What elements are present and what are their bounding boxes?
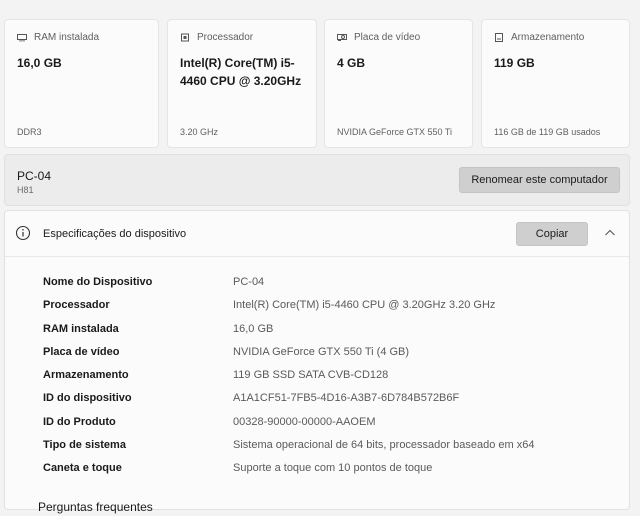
card-title: RAM instalada [34, 32, 100, 43]
spec-label: Processador [43, 299, 110, 312]
card-processor: Processador Intel(R) Core(TM) i5-4460 CP… [167, 19, 317, 148]
card-title: Placa de vídeo [354, 32, 421, 43]
device-specs-panel: Especificações do dispositivo Copiar Nom… [4, 210, 630, 510]
spec-row-processor: Processador Intel(R) Core(TM) i5-4460 CPU… [43, 296, 629, 319]
card-subtitle: NVIDIA GeForce GTX 550 Ti [337, 127, 453, 137]
spec-row-device-name: Nome do Dispositivo PC-04 [43, 273, 629, 296]
card-title: Armazenamento [511, 32, 585, 43]
card-gpu: Placa de vídeo 4 GB NVIDIA GeForce GTX 5… [324, 19, 473, 148]
chevron-up-icon[interactable] [604, 228, 616, 238]
spec-label: Nome do Dispositivo [43, 276, 153, 288]
spec-label: Placa de vídeo [43, 345, 120, 358]
specs-list: Nome do Dispositivo PC-04 Processador Inte… [43, 273, 629, 483]
gpu-icon [337, 34, 347, 41]
spec-label: Caneta e toque [43, 462, 122, 475]
spec-value: Suporte a toque com 10 pontos de toque [233, 462, 433, 475]
card-value: Intel(R) Core(TM) i5-4460 CPU @ 3.20GHz [180, 56, 302, 88]
spec-row-ram: RAM instalada 16,0 GB [43, 320, 629, 343]
spec-value: Intel(R) Core(TM) i5-4460 CPU @ 3.20GHz … [233, 299, 496, 312]
spec-label: Tipo de sistema [43, 439, 126, 452]
storage-icon [495, 33, 503, 42]
pc-name-bar: PC-04 H81 Renomear este computador [4, 154, 630, 206]
card-subtitle: 116 GB de 119 GB usados [494, 127, 601, 137]
spec-row-storage: Armazenamento 119 GB SSD SATA CVB-CD128 [43, 366, 629, 389]
spec-row-system-type: Tipo de sistema Sistema operacional de 64… [43, 436, 629, 459]
spec-label: ID do Produto [43, 415, 116, 428]
spec-row-gpu: Placa de vídeo NVIDIA GeForce GTX 550 Ti … [43, 343, 629, 366]
spec-value: 16,0 GB [233, 322, 274, 335]
card-value: 4 GB [337, 56, 366, 70]
spec-value: Sistema operacional de 64 bits, processa… [233, 439, 535, 452]
card-storage: Armazenamento 119 GB 116 GB de 119 GB us… [481, 19, 630, 148]
card-subtitle: 3.20 GHz [180, 127, 219, 137]
card-title: Processador [197, 32, 254, 43]
spec-value: NVIDIA GeForce GTX 550 Ti (4 GB) [233, 345, 410, 358]
device-specs-header[interactable]: Especificações do dispositivo Copiar [5, 211, 629, 257]
spec-row-pen-touch: Caneta e toque Suporte a toque com 10 pon… [43, 459, 629, 482]
spec-value: PC-04 [233, 276, 265, 288]
rename-computer-button[interactable]: Renomear este computador [459, 167, 620, 193]
faq-heading[interactable]: Perguntas frequentes [38, 500, 153, 514]
processor-icon [181, 33, 189, 42]
spec-label: ID do dispositivo [43, 392, 132, 405]
spec-label: RAM instalada [43, 322, 119, 335]
spec-row-product-id: ID do Produto 00328-90000-00000-AAOEM [43, 413, 629, 436]
card-ram: RAM instalada 16,0 GB DDR3 [4, 19, 159, 148]
card-value: 119 GB [494, 56, 535, 70]
card-subtitle: DDR3 [17, 127, 42, 137]
pc-model: H81 [17, 185, 34, 195]
info-icon [15, 225, 31, 241]
ram-icon [17, 34, 27, 42]
spec-value: 00328-90000-00000-AAOEM [233, 415, 376, 428]
card-value: 16,0 GB [17, 56, 62, 70]
copy-button[interactable]: Copiar [516, 222, 588, 246]
spec-label: Armazenamento [43, 369, 129, 382]
pc-name: PC-04 [17, 169, 52, 183]
spec-row-device-id: ID do dispositivo A1A1CF51-7FB5-4D16-A3B7… [43, 389, 629, 412]
spec-value: A1A1CF51-7FB5-4D16-A3B7-6D784B572B6F [233, 392, 460, 405]
spec-value: 119 GB SSD SATA CVB-CD128 [233, 369, 389, 382]
device-specs-title: Especificações do dispositivo [43, 228, 187, 240]
